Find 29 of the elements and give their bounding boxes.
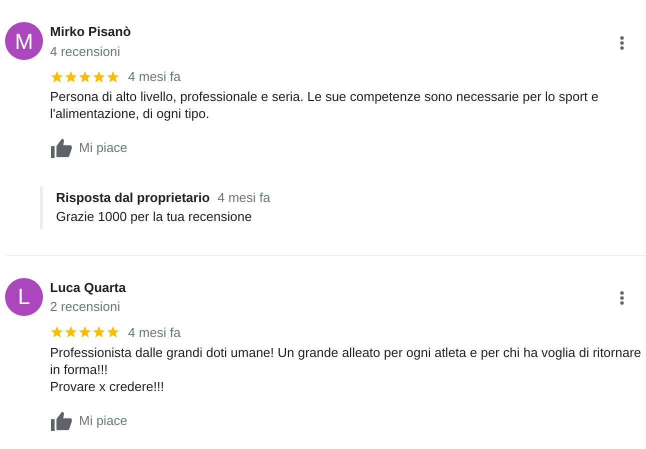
star-icon [64,70,78,84]
thumbs-up-icon [50,138,72,158]
star-icon [92,325,106,339]
star-icon [50,70,64,84]
thumbs-up-icon [50,410,72,430]
review-text: Persona di alto livello, professionale e seria. Le sue competenze sono necessarie per lo sport e l'alimentazione, di ogni tipo. [50,88,600,122]
star-icon [106,70,120,84]
star-icon [50,325,64,339]
author-name: Luca Quarta [50,278,126,296]
more-icon [620,291,624,306]
avatar: M [5,22,43,60]
like-button[interactable]: Mi piace [50,138,128,158]
star-icon [78,70,92,84]
like-button[interactable]: Mi piace [50,410,128,430]
star-icon [106,325,120,339]
review-date: 4 mesi fa [128,68,181,85]
avatar: L [5,278,43,316]
reply-text: Grazie 1000 per la tua recensione [56,208,253,226]
review-date: 4 mesi fa [128,324,181,340]
star-icon [78,325,92,339]
star-icon [64,325,78,339]
author-name: Mirko Pisanò [50,23,131,40]
star-icon [92,70,106,84]
more-icon [620,36,624,50]
reply-date: 4 mesi fa [218,190,270,204]
review-text: Professionista dalle grandi doti umane! Un grande alleato per ogni atleta e per chi ha voglia di ritornare in forma!!! Provare x credere!!! [50,344,642,394]
review-count: 2 recensioni [50,299,120,314]
reply-title: Risposta dal proprietario [56,190,210,204]
review-count: 4 recensioni [50,44,120,58]
